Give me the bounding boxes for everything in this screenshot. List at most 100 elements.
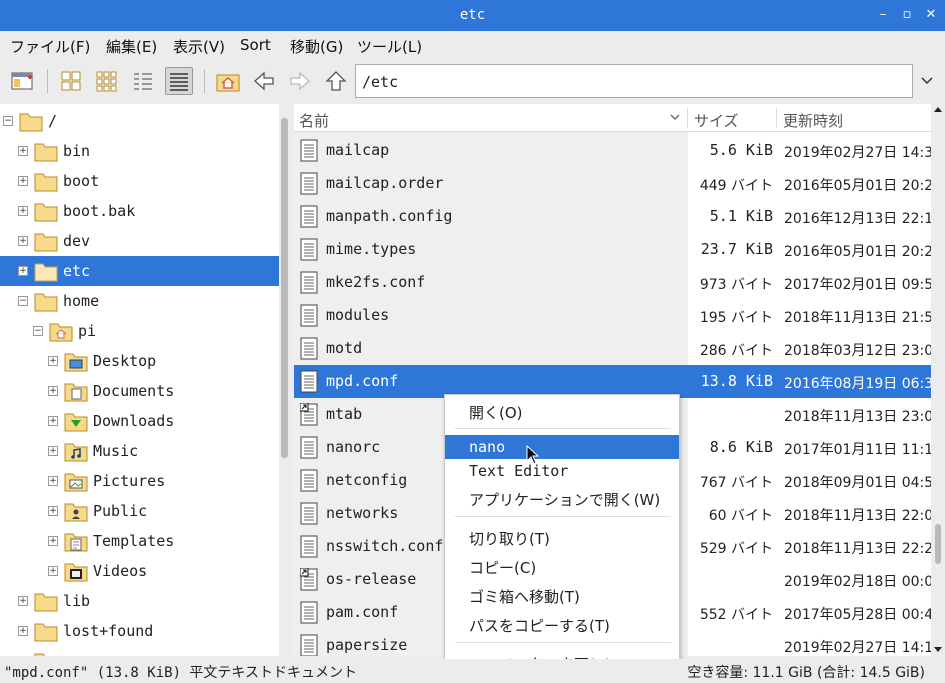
menu-open-text-editor[interactable]: Text Editor (445, 459, 679, 483)
arrow-left-icon (254, 71, 274, 91)
tree-item-music[interactable]: + Music (0, 436, 279, 466)
tree-item-label: bin (63, 142, 91, 160)
tree-item-label: Templates (93, 532, 175, 550)
minimize-button[interactable]: – (874, 6, 892, 24)
menu-copy[interactable]: コピー(C) (445, 554, 679, 578)
menu-open-nano[interactable]: nano (445, 435, 679, 459)
icon-view-icon (61, 71, 81, 91)
collapse-icon[interactable]: − (18, 296, 28, 306)
scroll-down-icon[interactable] (933, 646, 943, 653)
folder-icon (34, 623, 58, 642)
menu-sort[interactable]: Sort (240, 36, 271, 54)
expand-icon[interactable]: + (48, 536, 58, 546)
scroll-up-icon[interactable] (933, 106, 943, 113)
expand-icon[interactable]: + (48, 476, 58, 486)
column-size[interactable]: サイズ (694, 110, 739, 131)
home-icon (216, 74, 240, 92)
compact-view-button[interactable] (129, 67, 157, 95)
tree-item-root[interactable]: − / (0, 106, 279, 136)
icon-view-button[interactable] (57, 67, 85, 95)
tree-item-pictures[interactable]: + Pictures (0, 466, 279, 496)
tree-item-label: home (63, 292, 100, 310)
expand-icon[interactable]: + (48, 506, 58, 516)
file-list-scrollbar[interactable] (931, 104, 945, 656)
new-window-button[interactable] (9, 67, 37, 95)
collapse-icon[interactable]: − (33, 326, 43, 336)
tree-item-lost-found[interactable]: + lost+found (0, 616, 279, 646)
text-file-icon (300, 172, 318, 195)
tree-item-partial[interactable]: + (0, 646, 279, 656)
tree-item-desktop[interactable]: + Desktop (0, 346, 279, 376)
menu-open[interactable]: 開く(O) (445, 399, 679, 423)
tree-item-public[interactable]: + Public (0, 496, 279, 526)
forward-button[interactable] (286, 67, 314, 95)
expand-icon[interactable]: + (18, 206, 28, 216)
file-row[interactable]: modules 195 バイト 2018年11月13日 21:57 (294, 299, 931, 332)
expand-icon[interactable]: + (48, 446, 58, 456)
up-button[interactable] (322, 67, 350, 95)
folder-icon (34, 233, 58, 252)
tree-scrollbar-thumb[interactable] (281, 118, 288, 458)
tree-item-lib[interactable]: + lib (0, 586, 279, 616)
menu-copy-path[interactable]: パスをコピーする(T) (445, 612, 679, 636)
column-modified[interactable]: 更新時刻 (783, 110, 843, 131)
expand-icon[interactable]: + (48, 566, 58, 576)
expand-icon[interactable]: + (18, 596, 28, 606)
context-menu: 開く(O) nano Text Editor アプリケーションで開く(W) 切り… (444, 394, 680, 683)
tree-item-dev[interactable]: + dev (0, 226, 279, 256)
file-row[interactable]: manpath.config 5.1 KiB 2016年12月13日 22:10 (294, 200, 931, 233)
expand-icon[interactable]: + (18, 626, 28, 636)
tree-item-bin[interactable]: + bin (0, 136, 279, 166)
maximize-button[interactable]: ▫ (898, 6, 916, 24)
expand-icon[interactable]: + (48, 386, 58, 396)
menu-view[interactable]: 表示(V) (173, 36, 225, 57)
tree-item-documents[interactable]: + Documents (0, 376, 279, 406)
menu-tools[interactable]: ツール(L) (357, 36, 422, 57)
home-button[interactable] (214, 67, 242, 95)
thumbnail-view-button[interactable] (93, 67, 121, 95)
file-list-scrollbar-thumb[interactable] (935, 524, 941, 564)
detailed-list-view-button[interactable] (165, 67, 193, 95)
path-history-dropdown[interactable] (913, 64, 941, 98)
file-row[interactable]: motd 286 バイト 2018年03月12日 23:03 (294, 332, 931, 365)
menu-go[interactable]: 移動(G) (290, 36, 343, 57)
menu-cut[interactable]: 切り取り(T) (445, 525, 679, 549)
tree-item-videos[interactable]: + Videos (0, 556, 279, 586)
expand-icon[interactable]: + (18, 266, 28, 276)
tree-item-boot[interactable]: + boot (0, 166, 279, 196)
file-row[interactable]: mime.types 23.7 KiB 2016年05月01日 20:20 (294, 233, 931, 266)
public-folder-icon (64, 503, 88, 522)
close-button[interactable]: ✕ (922, 6, 940, 24)
menu-file[interactable]: ファイル(F) (10, 36, 90, 57)
collapse-icon[interactable]: − (3, 116, 13, 126)
expand-icon[interactable]: + (18, 236, 28, 246)
menu-edit[interactable]: 編集(E) (106, 36, 157, 57)
file-row[interactable]: mke2fs.conf 973 バイト 2017年02月01日 09:54 (294, 266, 931, 299)
file-row[interactable]: mailcap.order 449 バイト 2016年05月01日 20:20 (294, 167, 931, 200)
tree-scrollbar[interactable] (279, 104, 291, 656)
tree-item-pi[interactable]: − pi (0, 316, 279, 346)
templates-folder-icon (64, 533, 88, 552)
tree-item-etc[interactable]: + etc (0, 256, 279, 286)
expand-icon[interactable]: + (18, 176, 28, 186)
path-input[interactable]: /etc (355, 64, 913, 98)
expand-icon[interactable]: + (48, 416, 58, 426)
directory-tree[interactable]: − / + bin + boot + boot.bak + dev + etc … (0, 104, 279, 656)
file-row[interactable]: mailcap 5.6 KiB 2019年02月27日 14:39 (294, 134, 931, 167)
file-modified: 2019年02月18日 00:05 (784, 574, 931, 590)
tree-item-label: Pictures (93, 472, 166, 490)
tree-item-templates[interactable]: + Templates (0, 526, 279, 556)
menu-open-with[interactable]: アプリケーションで開く(W) (445, 486, 679, 510)
menu-move-to-trash[interactable]: ゴミ箱へ移動(T) (445, 583, 679, 607)
back-button[interactable] (250, 67, 278, 95)
tree-item-boot-bak[interactable]: + boot.bak (0, 196, 279, 226)
tree-item-home[interactable]: − home (0, 286, 279, 316)
file-modified: 2018年11月13日 22:04 (784, 508, 931, 524)
expand-icon[interactable]: + (18, 146, 28, 156)
sort-chevron-icon[interactable] (670, 114, 680, 121)
folder-icon (34, 653, 45, 656)
expand-icon[interactable]: + (48, 356, 58, 366)
tree-item-downloads[interactable]: + Downloads (0, 406, 279, 436)
column-name[interactable]: 名前 (299, 110, 329, 131)
videos-folder-icon (64, 563, 88, 582)
